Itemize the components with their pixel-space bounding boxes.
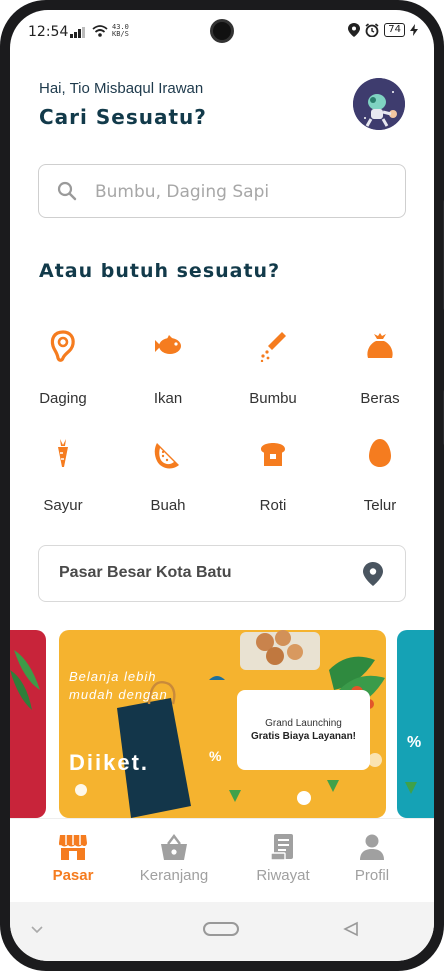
category-telur[interactable]: Telur [335, 437, 425, 514]
nav-pasar[interactable]: Pasar [23, 833, 123, 884]
nav-label: Pasar [52, 867, 94, 884]
market-name: Pasar Besar Kota Batu [59, 564, 232, 581]
promo-banner-next[interactable]: % [397, 630, 434, 818]
spice-icon [260, 332, 286, 362]
category-bumbu[interactable]: Bumbu [228, 330, 318, 407]
nav-riwayat[interactable]: Riwayat [233, 833, 333, 884]
back-icon[interactable] [343, 921, 359, 937]
nav-label: Profil [354, 867, 390, 884]
status-bar: 12:54 43.0 KB/S 74 [10, 10, 434, 54]
category-label: Ikan [153, 390, 183, 407]
category-buah[interactable]: Buah [123, 437, 213, 514]
chevron-down-icon[interactable] [30, 922, 44, 936]
fish-icon [155, 335, 181, 354]
wifi-icon [92, 25, 108, 37]
search-box[interactable] [38, 164, 406, 218]
category-label: Roti [259, 497, 287, 514]
category-roti[interactable]: Roti [228, 437, 318, 514]
banner-brand: Diiket. [69, 750, 150, 775]
banner-tagline-line: Belanja lebih [69, 669, 157, 684]
market-location-selector[interactable]: Pasar Besar Kota Batu [38, 545, 406, 602]
battery-icon: 74 [384, 23, 405, 37]
search-icon [57, 181, 77, 201]
avatar[interactable] [353, 78, 405, 130]
banner-tagline: Belanja lebih mudah dengan [69, 668, 168, 704]
meat-icon [50, 330, 75, 362]
rice-sack-icon [367, 333, 393, 358]
banner-tagline-line: mudah dengan [69, 687, 168, 702]
page-title: Cari Sesuatu? [39, 105, 207, 129]
map-pin-icon [363, 562, 383, 586]
category-daging[interactable]: Daging [18, 330, 108, 407]
egg-icon [369, 439, 391, 467]
network-speed-unit: KB/S [112, 30, 129, 38]
charging-icon [410, 24, 418, 36]
nav-profil[interactable]: Profil [322, 833, 422, 884]
promo-banner[interactable]: Belanja lebih mudah dengan Diiket. % Gra… [59, 630, 386, 818]
banner-offer-card: Grand Launching Gratis Biaya Layanan! [237, 690, 370, 770]
category-label: Buah [150, 497, 186, 514]
category-sayur[interactable]: Sayur [18, 437, 108, 514]
phone-frame: 12:54 43.0 KB/S 74 Hai, Tio Misbaqul Ira… [0, 0, 444, 971]
system-navigation-bar [10, 902, 434, 961]
nav-keranjang[interactable]: Keranjang [124, 833, 224, 884]
location-status-icon [348, 23, 361, 37]
category-label: Telur [363, 497, 397, 514]
status-time: 12:54 [28, 24, 69, 40]
front-camera [210, 19, 234, 43]
store-icon [59, 835, 87, 860]
category-label: Beras [360, 390, 400, 407]
status-right: 74 [348, 23, 418, 37]
banner-percent: % [209, 748, 222, 764]
home-button[interactable] [203, 922, 239, 936]
watermelon-icon [154, 443, 179, 469]
category-label: Bumbu [249, 390, 297, 407]
category-ikan[interactable]: Ikan [123, 330, 213, 407]
banner-offer-title: Grand Launching [265, 718, 342, 729]
category-label: Daging [39, 390, 87, 407]
carrot-icon [58, 439, 68, 467]
category-beras[interactable]: Beras [335, 330, 425, 407]
section-title: Atau butuh sesuatu? [39, 260, 281, 282]
leaf-decoration-icon [10, 650, 40, 710]
nav-label: Riwayat [256, 867, 310, 884]
alarm-icon [365, 23, 379, 37]
search-input[interactable] [95, 178, 385, 206]
greeting-text: Hai, Tio Misbaqul Irawan [39, 80, 204, 97]
nav-label: Keranjang [139, 867, 209, 884]
banner-offer-subtitle: Gratis Biaya Layanan! [250, 731, 357, 742]
signal-icon [70, 27, 85, 38]
bottom-navigation: Pasar Keranjang Riwayat Profil [10, 818, 434, 904]
app-screen: 12:54 43.0 KB/S 74 Hai, Tio Misbaqul Ira… [10, 10, 434, 961]
receipt-icon [270, 834, 293, 861]
person-icon [360, 834, 384, 860]
promo-banner-prev[interactable] [10, 630, 46, 818]
bread-icon [261, 443, 285, 466]
basket-icon [161, 834, 187, 860]
network-speed: 43.0 KB/S [112, 24, 129, 38]
astronaut-avatar-icon [353, 78, 405, 130]
category-label: Sayur [43, 497, 83, 514]
banner-next-artwork-icon [405, 782, 417, 794]
